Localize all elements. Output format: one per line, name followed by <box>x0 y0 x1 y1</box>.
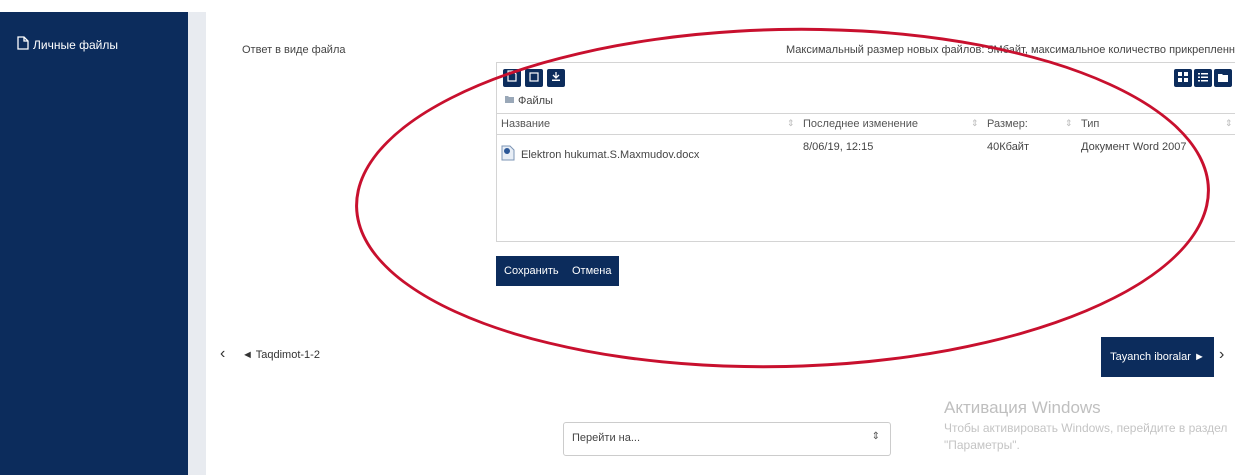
word-document-icon <box>501 145 515 164</box>
file-size: 40Кбайт <box>987 141 1029 153</box>
view-switcher <box>1174 69 1232 87</box>
field-label: Ответ в виде файла <box>242 44 346 56</box>
cancel-button[interactable]: Отмена <box>564 256 620 286</box>
file-table-header: Название ⇕ Последнее изменение ⇕ Размер:… <box>497 113 1235 135</box>
column-size[interactable]: Размер: <box>987 118 1028 130</box>
sidebar-divider <box>188 12 206 475</box>
windows-activation-title: Активация Windows <box>944 398 1101 417</box>
grid-view-icon <box>1178 69 1188 87</box>
file-icon <box>17 36 29 53</box>
column-modified[interactable]: Последнее изменение <box>803 118 918 130</box>
sort-icon[interactable]: ⇕ <box>1225 118 1233 129</box>
folder-view-icon <box>1218 69 1228 87</box>
next-activity-button[interactable]: Tayanch iboralar ► <box>1101 337 1214 377</box>
file-name[interactable]: Elektron hukumat.S.Maxmudov.docx <box>521 149 699 161</box>
chevron-right-icon[interactable]: › <box>1219 346 1224 364</box>
sort-icon[interactable]: ⇕ <box>1065 118 1073 129</box>
download-button[interactable] <box>547 69 565 87</box>
add-file-icon <box>507 69 517 87</box>
table-row[interactable]: Elektron hukumat.S.Maxmudov.docx 8/06/19… <box>497 141 1235 173</box>
list-view-button[interactable] <box>1194 69 1212 87</box>
windows-activation-line: "Параметры". <box>944 438 1020 452</box>
breadcrumb: Файлы <box>505 95 553 107</box>
sidebar: Личные файлы <box>0 12 188 475</box>
add-file-button[interactable] <box>503 69 521 87</box>
sidebar-item-label: Личные файлы <box>33 37 118 52</box>
jump-to-selected-value: Перейти на... <box>572 432 641 444</box>
save-button[interactable]: Сохранить <box>496 256 567 286</box>
sort-icon[interactable]: ⇕ <box>971 118 979 129</box>
column-type[interactable]: Тип <box>1081 118 1099 130</box>
create-folder-icon <box>529 69 539 87</box>
file-modified: 8/06/19, 12:15 <box>803 141 874 153</box>
sort-icon[interactable]: ⇕ <box>787 118 795 129</box>
column-name[interactable]: Название <box>501 118 550 130</box>
prev-activity-link[interactable]: ◄ Taqdimot-1-2 <box>242 349 320 361</box>
file-limits-text: Максимальный размер новых файлов: 5Мбайт… <box>786 44 1235 56</box>
folder-view-button[interactable] <box>1214 69 1232 87</box>
breadcrumb-files[interactable]: Файлы <box>518 95 553 107</box>
folder-icon <box>505 95 514 107</box>
file-manager: Файлы Название ⇕ Последнее изменение ⇕ Р… <box>496 62 1235 242</box>
sidebar-item-private-files[interactable]: Личные файлы <box>17 36 118 53</box>
download-icon <box>551 69 561 87</box>
chevron-left-icon[interactable]: ‹ <box>220 345 225 363</box>
chevron-updown-icon: ⇕ <box>871 431 880 442</box>
windows-activation-line: Чтобы активировать Windows, перейдите в … <box>944 421 1228 435</box>
create-folder-button[interactable] <box>525 69 543 87</box>
windows-activation-text: Чтобы активировать Windows, перейдите в … <box>944 420 1234 454</box>
list-view-icon <box>1198 69 1208 87</box>
file-type: Документ Word 2007 <box>1081 141 1187 153</box>
jump-to-select[interactable]: Перейти на... ⇕ <box>563 422 891 456</box>
grid-view-button[interactable] <box>1174 69 1192 87</box>
